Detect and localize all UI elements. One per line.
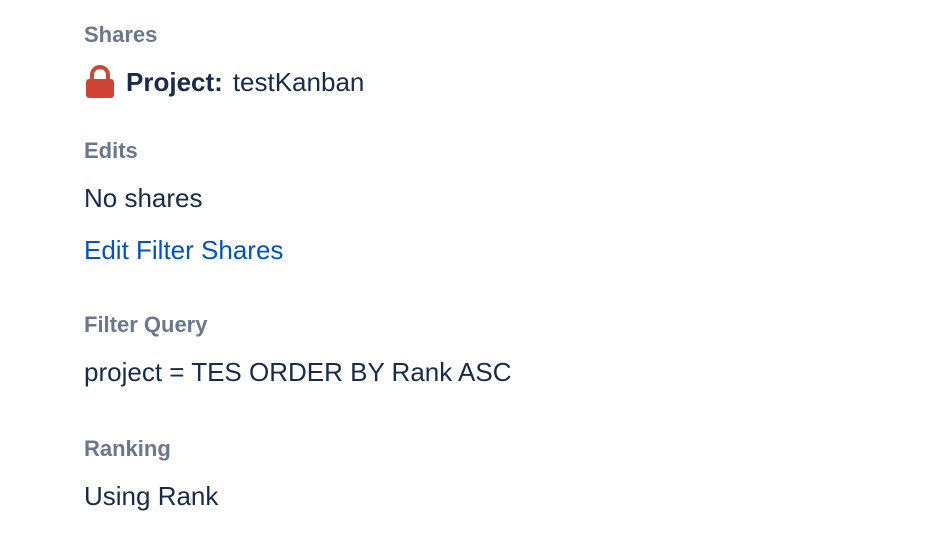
shares-heading: Shares [84, 22, 158, 47]
filter-query-heading: Filter Query [84, 312, 208, 337]
ranking-heading: Ranking [84, 436, 171, 461]
lock-icon [84, 65, 116, 99]
share-project-name: testKanban [232, 66, 365, 97]
ranking-value: Using Rank [84, 481, 219, 511]
share-item-project: Project: testKanban [84, 64, 364, 100]
share-type-label: Project: [126, 66, 223, 97]
filter-query-value: project = TES ORDER BY Rank ASC [84, 357, 512, 387]
edit-filter-shares-link[interactable]: Edit Filter Shares [84, 234, 283, 266]
edits-heading: Edits [84, 138, 138, 163]
edits-value: No shares [84, 183, 203, 213]
